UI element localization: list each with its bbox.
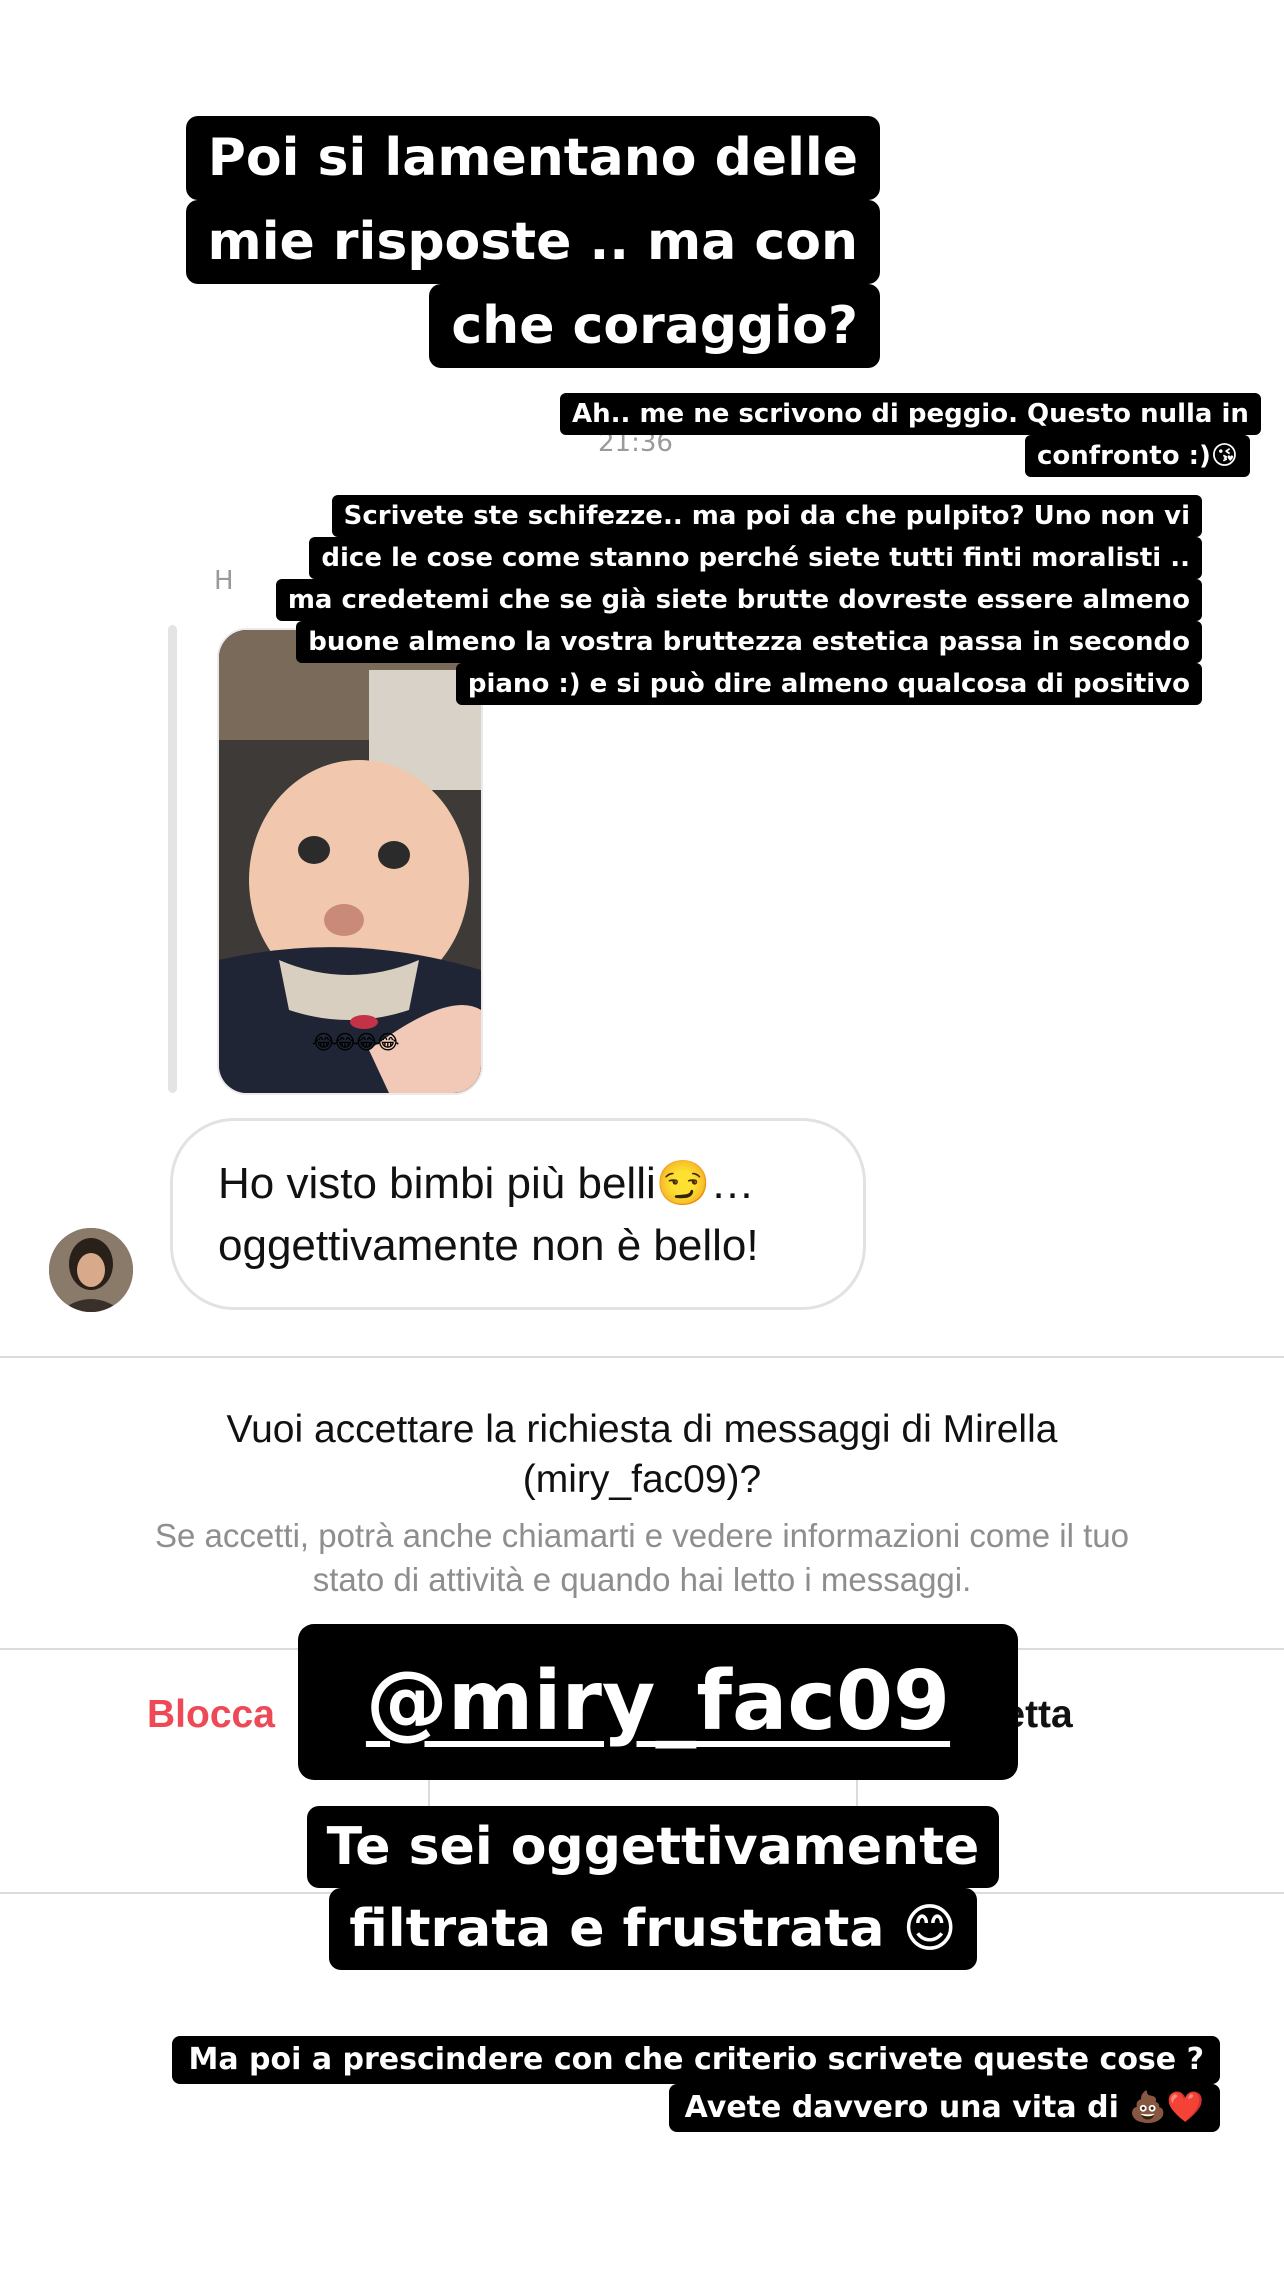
overlay-line: Poi si lamentano delle <box>185 116 880 200</box>
overlay-line: Avete davvero una vita di 💩❤️ <box>668 2084 1220 2132</box>
overlay-line: Scrivete ste schifezze.. ma poi da che p… <box>331 495 1202 537</box>
overlay-line: che coraggio? <box>429 284 880 368</box>
overlay-line: dice le cose come stanno perché siete tu… <box>309 537 1202 579</box>
photo-emoji-caption: 😂😂😂😂 <box>312 1030 399 1054</box>
headline-overlay: Poi si lamentano delle mie risposte .. m… <box>180 116 880 368</box>
verdict-overlay: Te sei oggettivamente filtrata e frustra… <box>300 1806 1006 1970</box>
request-title-line: (miry_fac09)? <box>522 1458 762 1501</box>
block-button[interactable]: Blocca <box>147 1693 275 1737</box>
comment-overlay: Scrivete ste schifezze.. ma poi da che p… <box>220 495 1202 705</box>
note-overlay: Ah.. me ne scrivono di peggio. Questo nu… <box>560 393 1261 477</box>
avatar-image <box>49 1228 133 1312</box>
request-title-line: Vuoi accettare la richiesta di messaggi … <box>226 1408 1058 1451</box>
request-title: Vuoi accettare la richiesta di messaggi … <box>100 1405 1184 1505</box>
overlay-line: Ah.. me ne scrivono di peggio. Questo nu… <box>560 393 1261 435</box>
request-subtitle-line: stato di attività e quando hai letto i m… <box>312 1561 972 1598</box>
overlay-line: ma credetemi che se già siete brutte dov… <box>275 579 1202 621</box>
overlay-line: piano :) e si può dire almeno qualcosa d… <box>455 663 1202 705</box>
overlay-line: confronto :)😘 <box>1024 435 1250 477</box>
overlay-line: Ma poi a prescindere con che criterio sc… <box>172 2036 1220 2084</box>
message-text-line: oggettivamente non è bello! <box>218 1221 759 1270</box>
sender-avatar[interactable] <box>49 1228 133 1312</box>
message-bubble[interactable]: Ho visto bimbi più belli😏… oggettivament… <box>170 1118 866 1310</box>
reply-indicator-bar <box>168 625 177 1093</box>
request-subtitle: Se accetti, potrà anche chiamarti e vede… <box>60 1514 1224 1602</box>
handle-mention-overlay[interactable]: @miry_fac09 <box>298 1624 1018 1780</box>
closing-overlay: Ma poi a prescindere con che criterio sc… <box>60 2036 1220 2132</box>
request-subtitle-line: Se accetti, potrà anche chiamarti e vede… <box>155 1517 1129 1554</box>
overlay-line: mie risposte .. ma con <box>185 200 880 284</box>
divider-line <box>0 1356 1284 1358</box>
overlay-line: buone almeno la vostra bruttezza estetic… <box>296 621 1202 663</box>
overlay-line: Te sei oggettivamente <box>306 1806 1000 1888</box>
message-text-line: Ho visto bimbi più belli😏… <box>218 1159 755 1208</box>
overlay-line: filtrata e frustrata 😊 <box>329 1888 977 1970</box>
